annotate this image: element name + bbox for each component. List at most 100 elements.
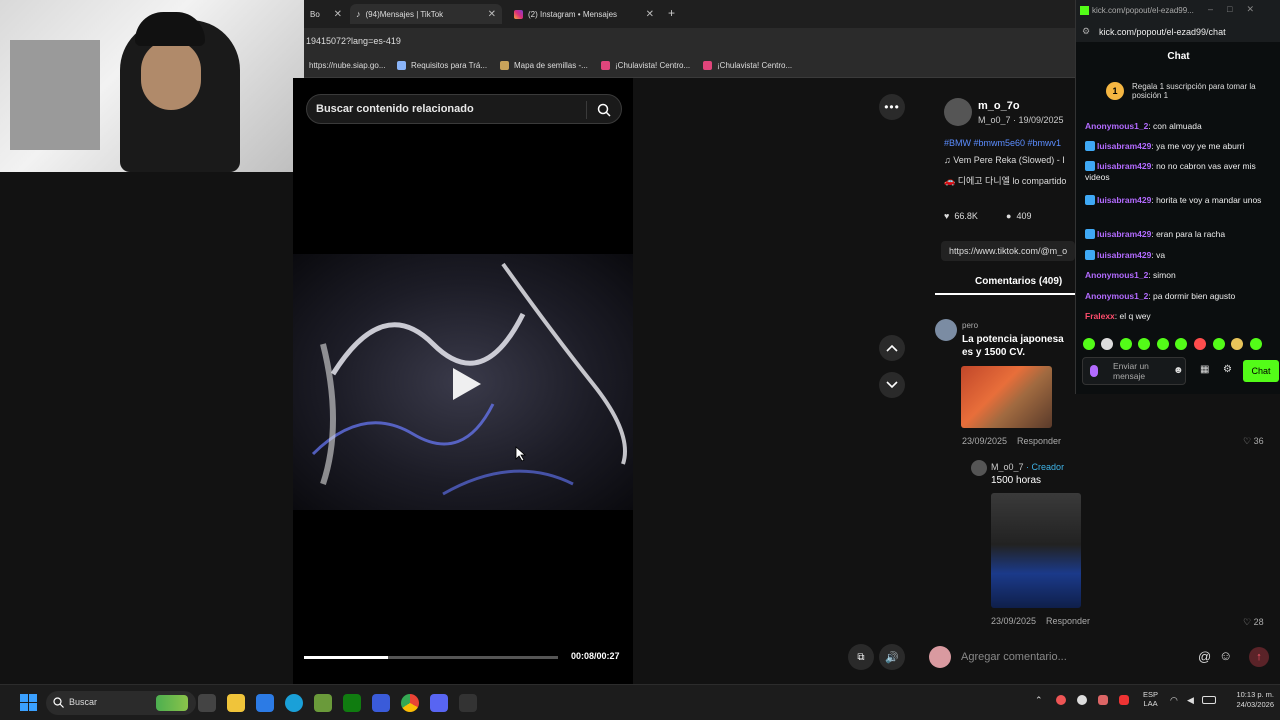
tray-app-icon[interactable] xyxy=(1056,695,1066,705)
language-indicator[interactable]: ESP LAA xyxy=(1143,690,1158,708)
bookmark-item[interactable]: ¡Chulavista! Centro... xyxy=(703,61,792,70)
user-avatar[interactable] xyxy=(929,646,951,668)
settings-icon[interactable]: ⚙ xyxy=(1223,364,1232,375)
search-icon[interactable] xyxy=(597,103,611,117)
chat-username[interactable]: Fralexx xyxy=(1085,311,1115,321)
bookmark-label: Mapa de semillas -... xyxy=(514,61,588,70)
file-explorer-icon[interactable] xyxy=(227,694,245,712)
volume-button[interactable]: 🔊 xyxy=(879,644,905,670)
emoji-icon[interactable]: ☻ xyxy=(1173,365,1184,376)
tab-partial[interactable]: Bo ✕ xyxy=(304,4,348,24)
taskbar-search[interactable]: Buscar xyxy=(46,691,196,715)
emote-icon[interactable] xyxy=(1175,338,1187,350)
new-tab-icon[interactable]: + xyxy=(668,6,675,20)
reply-button[interactable]: Responder xyxy=(1046,616,1090,626)
next-video-button[interactable] xyxy=(879,372,905,398)
music-line[interactable]: ♫ Vem Pere Reka (Slowed) - I xyxy=(944,155,1075,165)
previous-video-button[interactable] xyxy=(879,335,905,361)
hashtags[interactable]: #BMW #bmwm5e60 #bmwv1 xyxy=(944,138,1075,148)
chat-username[interactable]: luisabram429 xyxy=(1097,161,1151,171)
chat-message-input[interactable]: Enviar un mensaje ☻ xyxy=(1082,357,1186,385)
task-view-icon[interactable] xyxy=(198,694,216,712)
battery-icon[interactable] xyxy=(1202,696,1216,704)
bookmark-item[interactable]: Mapa de semillas -... xyxy=(500,61,588,70)
author-username[interactable]: m_o_7o xyxy=(978,100,1020,112)
copy-link-box[interactable]: https://www.tiktok.com/@m_o xyxy=(941,241,1075,261)
progress-bar[interactable] xyxy=(304,656,558,659)
minecraft-icon[interactable] xyxy=(314,694,332,712)
comments-stat[interactable]: ● 409 xyxy=(1006,211,1031,221)
clock[interactable]: 10:13 p. m. 24/03/2026 xyxy=(1222,690,1274,710)
likes-stat[interactable]: ♥ 66.8K xyxy=(944,211,978,221)
window-controls[interactable]: –□✕ xyxy=(1208,4,1268,15)
store-icon[interactable] xyxy=(256,694,274,712)
app-icon[interactable] xyxy=(372,694,390,712)
play-icon[interactable] xyxy=(445,364,485,404)
chat-username[interactable]: luisabram429 xyxy=(1097,195,1151,205)
comment-image-engine[interactable] xyxy=(961,366,1052,428)
emote-icon[interactable] xyxy=(1231,338,1243,350)
microphone-icon[interactable] xyxy=(1098,695,1108,705)
emote-icon[interactable] xyxy=(1250,338,1262,350)
gift-sub-banner[interactable]: Regala 1 suscripción para tomar la posic… xyxy=(1132,82,1272,100)
microphone-icon[interactable] xyxy=(1090,365,1098,377)
discord-icon[interactable] xyxy=(430,694,448,712)
comment-input[interactable]: Agregar comentario... xyxy=(953,643,1193,671)
chat-username[interactable]: luisabram429 xyxy=(1097,141,1151,151)
site-settings-icon[interactable]: ⚙ xyxy=(1082,26,1090,37)
tab-label: Bo xyxy=(310,9,320,19)
video-frame[interactable] xyxy=(293,254,633,510)
bookmark-item[interactable]: https://nube.siap.go... xyxy=(309,61,386,70)
creator-avatar[interactable] xyxy=(971,460,987,476)
author-avatar[interactable] xyxy=(944,98,972,126)
comments-tab[interactable]: Comentarios (409) xyxy=(975,276,1062,287)
volume-icon[interactable]: ◀ xyxy=(1187,695,1194,706)
close-icon[interactable]: ✕ xyxy=(646,9,654,20)
chat-username[interactable]: Anonymous1_2 xyxy=(1085,291,1148,301)
reply-button[interactable]: Responder xyxy=(1017,436,1061,446)
comment-image-car[interactable] xyxy=(991,493,1081,608)
creator-name[interactable]: M_o0_7 xyxy=(991,462,1024,472)
chat-username[interactable]: luisabram429 xyxy=(1097,229,1151,239)
tab-tiktok[interactable]: ♪ (94)Mensajes | TikTok ✕ xyxy=(350,4,502,24)
chat-username[interactable]: Anonymous1_2 xyxy=(1085,270,1148,280)
commenter-name[interactable]: pero xyxy=(962,321,978,330)
chat-username[interactable]: luisabram429 xyxy=(1097,250,1151,260)
commenter-avatar[interactable] xyxy=(935,319,957,341)
send-chat-button[interactable]: Chat xyxy=(1243,360,1279,382)
emote-icon[interactable] xyxy=(1120,338,1132,350)
chat-username[interactable]: Anonymous1_2 xyxy=(1085,121,1148,131)
mention-icon[interactable]: @ xyxy=(1198,649,1211,664)
emote-icon[interactable] xyxy=(1101,338,1113,350)
bookmark-label: Requisitos para Trá... xyxy=(411,61,488,70)
pip-button[interactable]: ⧉ xyxy=(848,644,874,670)
bookmark-item[interactable]: Requisitos para Trá... xyxy=(397,61,487,70)
app-icon[interactable] xyxy=(459,694,477,712)
windows-start-icon[interactable] xyxy=(20,694,37,711)
emote-icon[interactable] xyxy=(1157,338,1169,350)
tray-app-icon[interactable] xyxy=(1119,695,1129,705)
search-input[interactable]: Buscar contenido relacionado xyxy=(306,94,622,124)
xbox-icon[interactable] xyxy=(343,694,361,712)
bookmark-item[interactable]: ¡Chulavista! Centro... xyxy=(601,61,690,70)
post-comment-button[interactable]: ↑ xyxy=(1249,647,1269,667)
wifi-icon[interactable]: ◠ xyxy=(1170,695,1178,706)
edge-icon[interactable] xyxy=(285,694,303,712)
more-options-button[interactable]: ••• xyxy=(879,94,905,120)
chat-message: luisabram429: va xyxy=(1085,250,1275,261)
emote-icon[interactable] xyxy=(1138,338,1150,350)
chrome-icon[interactable] xyxy=(401,694,419,712)
emoji-icon[interactable]: ☺ xyxy=(1219,648,1232,663)
badge-icon xyxy=(1085,229,1095,239)
store-icon[interactable]: ▦ xyxy=(1200,364,1209,375)
tab-instagram[interactable]: (2) Instagram • Mensajes ✕ xyxy=(508,4,660,24)
close-icon[interactable]: ✕ xyxy=(488,9,496,20)
cloud-icon[interactable] xyxy=(1077,695,1087,705)
emote-icon[interactable] xyxy=(1194,338,1206,350)
emote-icon[interactable] xyxy=(1213,338,1225,350)
chevron-up-icon[interactable]: ⌃ xyxy=(1035,695,1043,706)
close-icon[interactable]: ✕ xyxy=(334,9,342,20)
comment-likes[interactable]: ♡ 36 xyxy=(1243,436,1264,447)
emote-icon[interactable] xyxy=(1083,338,1095,350)
reply-likes[interactable]: ♡ 28 xyxy=(1243,617,1264,628)
